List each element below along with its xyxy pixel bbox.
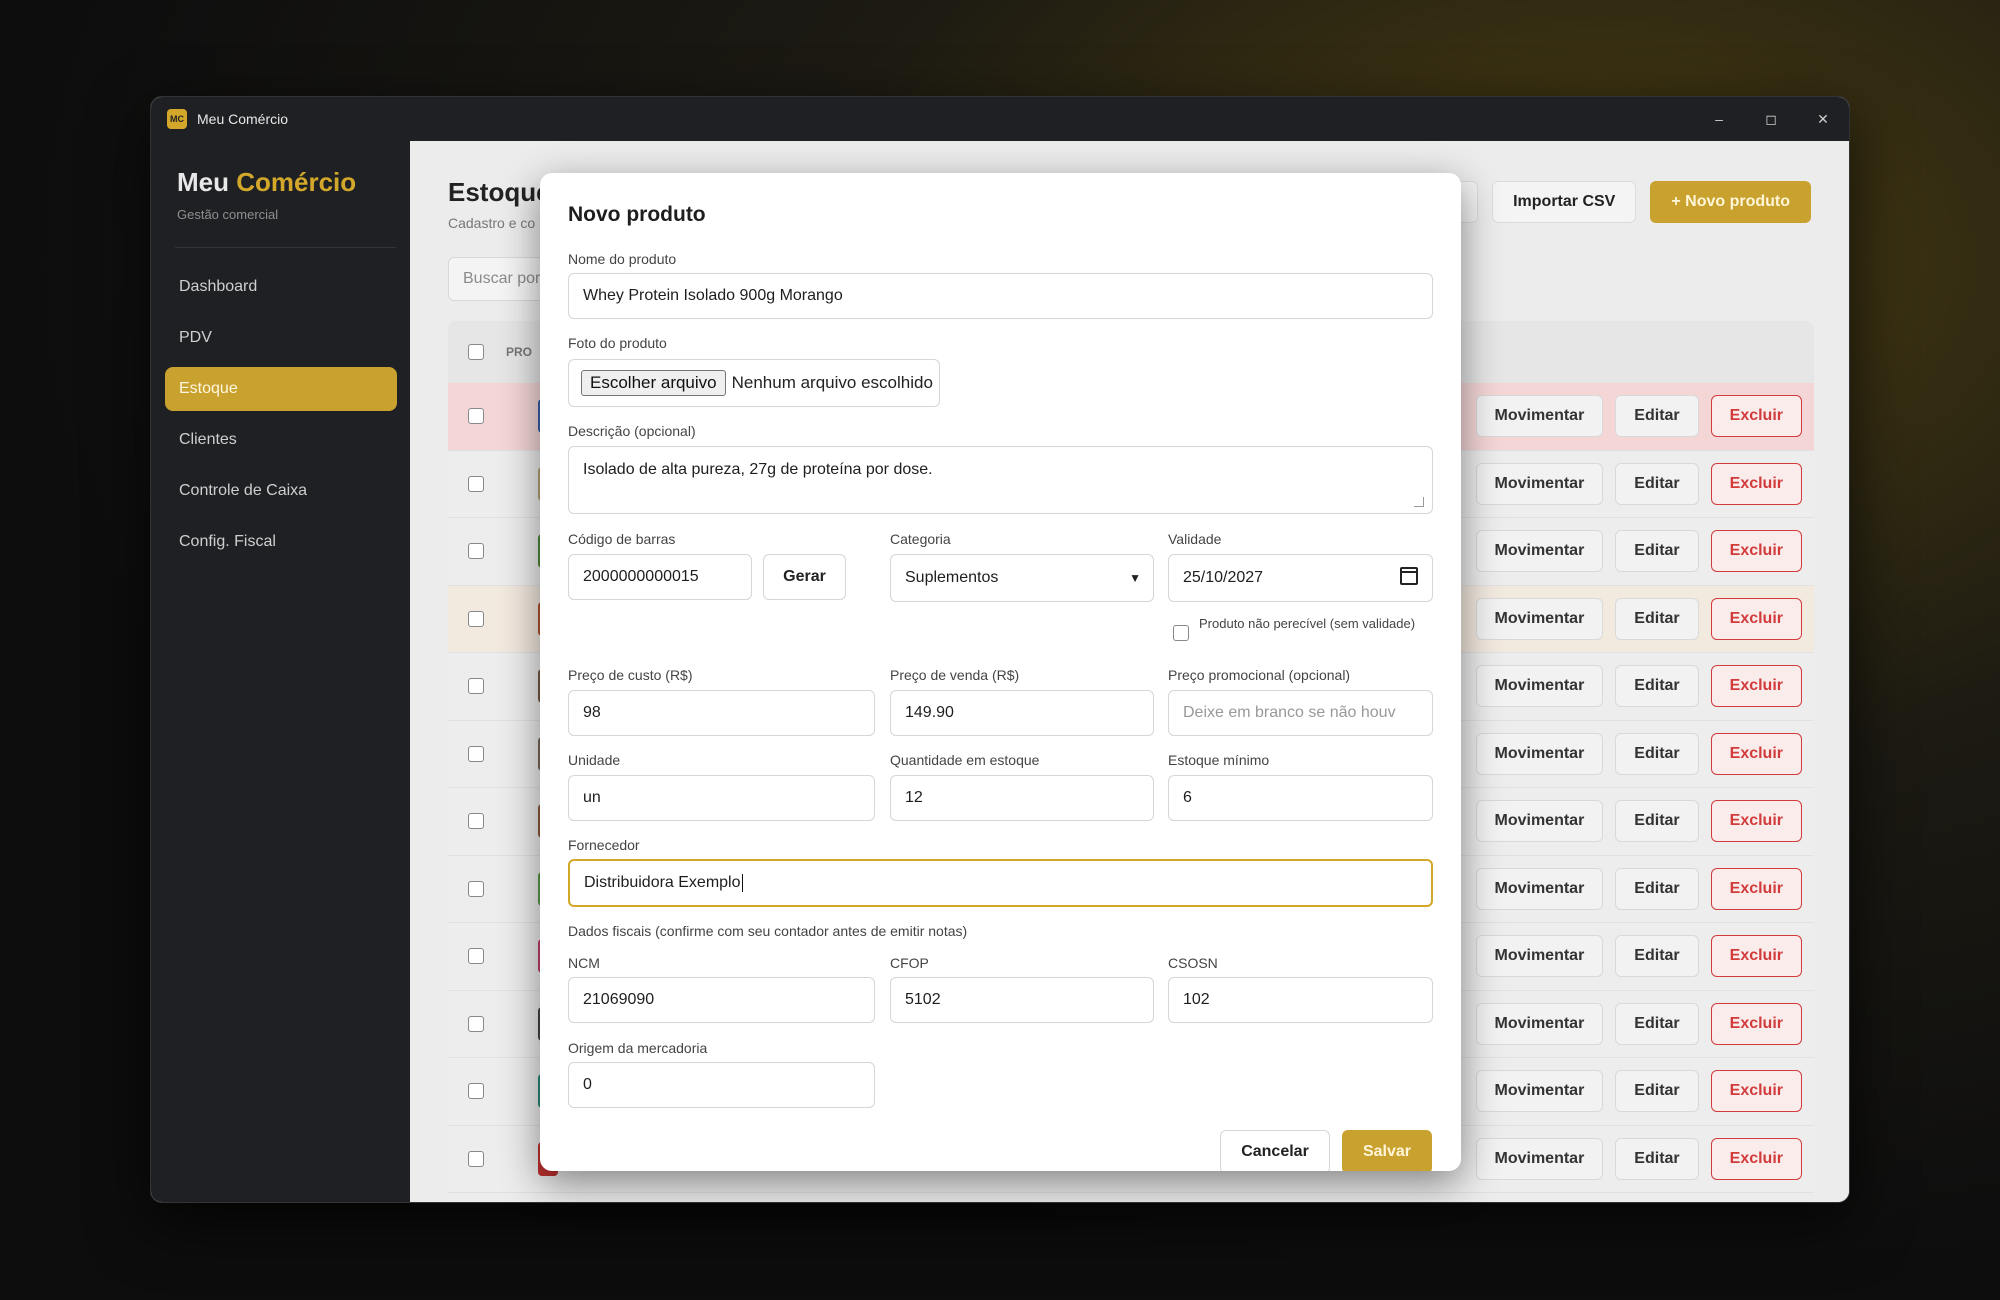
csosn-label: CSOSN: [1168, 955, 1218, 971]
promo-price-label: Preço promocional (opcional): [1168, 667, 1351, 683]
validity-date-input[interactable]: 25/10/2027: [1168, 554, 1433, 602]
cost-price-input[interactable]: 98: [568, 690, 875, 736]
resize-handle-icon[interactable]: [1414, 497, 1424, 507]
category-label: Categoria: [890, 531, 951, 547]
save-button[interactable]: Salvar: [1342, 1130, 1432, 1171]
barcode-input[interactable]: 2000000000015: [568, 554, 752, 600]
origin-input[interactable]: 0: [568, 1062, 875, 1108]
name-label: Nome do produto: [568, 251, 677, 267]
promo-price-input[interactable]: Deixe em branco se não houv: [1168, 690, 1433, 736]
sale-price-label: Preço de venda (R$): [890, 667, 1020, 683]
non-perishable-label: Produto não perecível (sem validade): [1199, 616, 1416, 631]
generate-barcode-button[interactable]: Gerar: [763, 554, 846, 600]
quantity-label: Quantidade em estoque: [890, 752, 1040, 768]
supplier-value: Distribuidora Exemplo: [584, 874, 741, 891]
chevron-down-icon: ▼: [1129, 571, 1141, 585]
category-value: Suplementos: [905, 569, 999, 586]
cfop-label: CFOP: [890, 955, 929, 971]
supplier-label: Fornecedor: [568, 837, 640, 853]
modal-title: Novo produto: [568, 203, 706, 226]
calendar-icon[interactable]: [1400, 567, 1418, 585]
ncm-input[interactable]: 21069090: [568, 977, 875, 1023]
csosn-input[interactable]: 102: [1168, 977, 1433, 1023]
barcode-label: Código de barras: [568, 531, 676, 547]
description-text: Isolado de alta pureza, 27g de proteína …: [583, 461, 933, 478]
description-label: Descrição (opcional): [568, 423, 696, 439]
cost-price-label: Preço de custo (R$): [568, 667, 693, 683]
file-status: Nenhum arquivo escolhido: [731, 373, 933, 392]
min-stock-label: Estoque mínimo: [1168, 752, 1270, 768]
sale-price-input[interactable]: 149.90: [890, 690, 1154, 736]
description-textarea[interactable]: Isolado de alta pureza, 27g de proteína …: [568, 446, 1433, 514]
new-product-modal: Novo produto Nome do produto Whey Protei…: [540, 173, 1461, 1171]
cancel-button[interactable]: Cancelar: [1220, 1130, 1330, 1171]
unit-label: Unidade: [568, 752, 621, 768]
supplier-input[interactable]: Distribuidora Exemplo: [568, 859, 1433, 907]
ncm-label: NCM: [568, 955, 600, 971]
validity-label: Validade: [1168, 531, 1222, 547]
quantity-input[interactable]: 12: [890, 775, 1154, 821]
validity-value: 25/10/2027: [1183, 569, 1264, 586]
category-select[interactable]: Suplementos ▼: [890, 554, 1154, 602]
fiscal-section-label: Dados fiscais (confirme com seu contador…: [568, 923, 968, 939]
origin-label: Origem da mercadoria: [568, 1040, 708, 1056]
photo-label: Foto do produto: [568, 335, 667, 351]
min-stock-input[interactable]: 6: [1168, 775, 1433, 821]
product-name-input[interactable]: Whey Protein Isolado 900g Morango: [568, 273, 1433, 319]
photo-file-input[interactable]: Escolher arquivo Nenhum arquivo escolhid…: [568, 359, 940, 407]
text-cursor: [741, 874, 743, 892]
unit-input[interactable]: un: [568, 775, 875, 821]
cfop-input[interactable]: 5102: [890, 977, 1154, 1023]
non-perishable-checkbox[interactable]: [1173, 625, 1189, 641]
choose-file-button[interactable]: Escolher arquivo: [581, 370, 726, 396]
